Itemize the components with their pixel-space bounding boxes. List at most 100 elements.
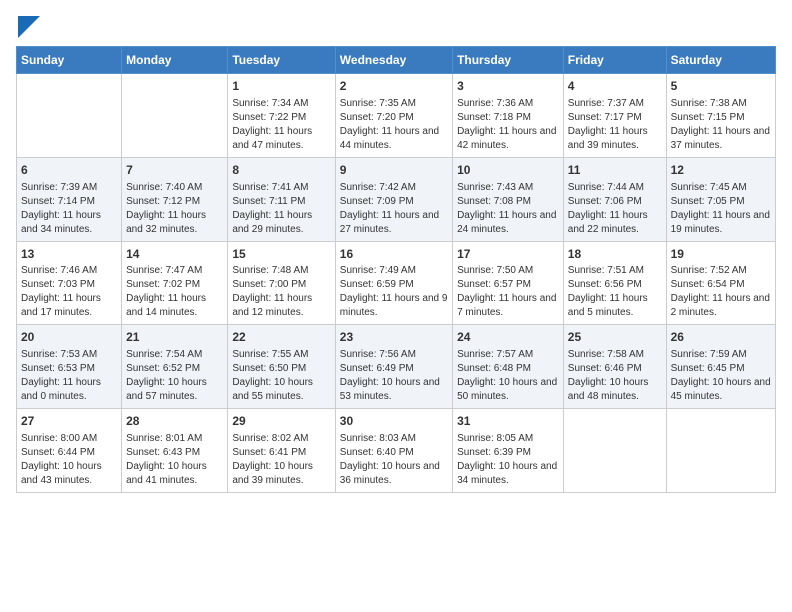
- day-info: Daylight: 10 hours and 45 minutes.: [671, 376, 771, 404]
- calendar-cell: 10 Sunrise: 7:43 AMSunset: 7:08 PMDayligh…: [453, 157, 564, 241]
- day-number: 16: [340, 246, 448, 263]
- day-number: 24: [457, 329, 559, 346]
- day-info: Sunset: 6:49 PM: [340, 362, 448, 376]
- day-info: Sunrise: 7:37 AM: [568, 97, 662, 111]
- day-info: Sunrise: 7:44 AM: [568, 181, 662, 195]
- day-number: 28: [126, 413, 223, 430]
- day-info: Daylight: 10 hours and 48 minutes.: [568, 376, 662, 404]
- day-number: 2: [340, 78, 448, 95]
- day-info: Sunrise: 7:54 AM: [126, 348, 223, 362]
- day-info: Daylight: 10 hours and 55 minutes.: [232, 376, 330, 404]
- day-info: Sunset: 6:52 PM: [126, 362, 223, 376]
- day-number: 12: [671, 162, 771, 179]
- day-info: Sunrise: 8:01 AM: [126, 432, 223, 446]
- day-info: Sunrise: 7:43 AM: [457, 181, 559, 195]
- day-info: Sunset: 7:17 PM: [568, 111, 662, 125]
- day-info: Sunset: 6:44 PM: [21, 446, 117, 460]
- calendar-cell: [122, 74, 228, 158]
- day-info: Daylight: 11 hours and 34 minutes.: [21, 209, 117, 237]
- day-info: Daylight: 11 hours and 9 minutes.: [340, 292, 448, 320]
- day-info: Daylight: 10 hours and 43 minutes.: [21, 460, 117, 488]
- calendar-cell: [666, 409, 775, 493]
- day-info: Daylight: 11 hours and 0 minutes.: [21, 376, 117, 404]
- day-info: Daylight: 10 hours and 41 minutes.: [126, 460, 223, 488]
- day-number: 4: [568, 78, 662, 95]
- calendar-cell: 23Sunrise: 7:56 AMSunset: 6:49 PMDayligh…: [335, 325, 452, 409]
- day-number: 6: [21, 162, 117, 179]
- day-info: Daylight: 11 hours and 2 minutes.: [671, 292, 771, 320]
- day-header-monday: Monday: [122, 47, 228, 74]
- day-info: Sunset: 7:12 PM: [126, 195, 223, 209]
- day-info: Sunset: 7:08 PM: [457, 195, 559, 209]
- calendar-cell: 22Sunrise: 7:55 AMSunset: 6:50 PMDayligh…: [228, 325, 335, 409]
- day-info: Sunrise: 7:53 AM: [21, 348, 117, 362]
- day-info: Sunrise: 7:51 AM: [568, 264, 662, 278]
- week-row-3: 13Sunrise: 7:46 AMSunset: 7:03 PMDayligh…: [17, 241, 776, 325]
- day-info: Sunset: 7:11 PM: [232, 195, 330, 209]
- calendar-table: SundayMondayTuesdayWednesdayThursdayFrid…: [16, 46, 776, 493]
- day-number: 19: [671, 246, 771, 263]
- calendar-cell: 4Sunrise: 7:37 AMSunset: 7:17 PMDaylight…: [563, 74, 666, 158]
- calendar-cell: 1Sunrise: 7:34 AMSunset: 7:22 PMDaylight…: [228, 74, 335, 158]
- day-info: Sunset: 6:39 PM: [457, 446, 559, 460]
- day-info: Sunset: 7:20 PM: [340, 111, 448, 125]
- day-number: 7: [126, 162, 223, 179]
- day-info: Sunrise: 7:52 AM: [671, 264, 771, 278]
- day-number: 30: [340, 413, 448, 430]
- day-info: Sunrise: 7:49 AM: [340, 264, 448, 278]
- day-info: Sunrise: 7:48 AM: [232, 264, 330, 278]
- day-info: Sunset: 7:22 PM: [232, 111, 330, 125]
- day-info: Sunset: 6:43 PM: [126, 446, 223, 460]
- day-info: Sunrise: 7:57 AM: [457, 348, 559, 362]
- day-number: 15: [232, 246, 330, 263]
- calendar-cell: 28 Sunrise: 8:01 AMSunset: 6:43 PMDayligh…: [122, 409, 228, 493]
- day-number: 8: [232, 162, 330, 179]
- page-header: [16, 16, 776, 38]
- day-number: 20: [21, 329, 117, 346]
- day-info: Sunset: 6:41 PM: [232, 446, 330, 460]
- day-info: Daylight: 11 hours and 29 minutes.: [232, 209, 330, 237]
- day-info: Daylight: 11 hours and 27 minutes.: [340, 209, 448, 237]
- day-info: Sunset: 7:02 PM: [126, 278, 223, 292]
- header-row: SundayMondayTuesdayWednesdayThursdayFrid…: [17, 47, 776, 74]
- calendar-cell: 21Sunrise: 7:54 AMSunset: 6:52 PMDayligh…: [122, 325, 228, 409]
- calendar-cell: 17Sunrise: 7:50 AMSunset: 6:57 PMDayligh…: [453, 241, 564, 325]
- day-info: Daylight: 11 hours and 37 minutes.: [671, 125, 771, 153]
- day-number: 18: [568, 246, 662, 263]
- day-number: 27: [21, 413, 117, 430]
- day-info: Sunrise: 8:02 AM: [232, 432, 330, 446]
- day-header-friday: Friday: [563, 47, 666, 74]
- day-info: Daylight: 10 hours and 57 minutes.: [126, 376, 223, 404]
- day-info: Sunrise: 7:35 AM: [340, 97, 448, 111]
- day-info: Daylight: 10 hours and 34 minutes.: [457, 460, 559, 488]
- day-info: Daylight: 10 hours and 50 minutes.: [457, 376, 559, 404]
- calendar-cell: 5Sunrise: 7:38 AMSunset: 7:15 PMDaylight…: [666, 74, 775, 158]
- day-info: Sunset: 7:06 PM: [568, 195, 662, 209]
- day-info: Sunset: 6:45 PM: [671, 362, 771, 376]
- day-number: 1: [232, 78, 330, 95]
- day-info: Daylight: 11 hours and 24 minutes.: [457, 209, 559, 237]
- day-info: Sunset: 6:50 PM: [232, 362, 330, 376]
- day-info: Sunset: 6:46 PM: [568, 362, 662, 376]
- day-info: Sunset: 7:00 PM: [232, 278, 330, 292]
- day-header-saturday: Saturday: [666, 47, 775, 74]
- calendar-cell: 8Sunrise: 7:41 AMSunset: 7:11 PMDaylight…: [228, 157, 335, 241]
- day-number: 3: [457, 78, 559, 95]
- calendar-cell: 30Sunrise: 8:03 AMSunset: 6:40 PMDayligh…: [335, 409, 452, 493]
- day-info: Sunrise: 7:38 AM: [671, 97, 771, 111]
- day-info: Sunset: 7:15 PM: [671, 111, 771, 125]
- day-number: 10: [457, 162, 559, 179]
- day-info: Sunrise: 7:58 AM: [568, 348, 662, 362]
- week-row-1: 1Sunrise: 7:34 AMSunset: 7:22 PMDaylight…: [17, 74, 776, 158]
- day-info: Daylight: 11 hours and 17 minutes.: [21, 292, 117, 320]
- calendar-cell: 15Sunrise: 7:48 AMSunset: 7:00 PMDayligh…: [228, 241, 335, 325]
- day-info: Sunrise: 7:56 AM: [340, 348, 448, 362]
- day-info: Sunrise: 7:39 AM: [21, 181, 117, 195]
- day-header-thursday: Thursday: [453, 47, 564, 74]
- calendar-cell: 6Sunrise: 7:39 AMSunset: 7:14 PMDaylight…: [17, 157, 122, 241]
- calendar-cell: 27Sunrise: 8:00 AMSunset: 6:44 PMDayligh…: [17, 409, 122, 493]
- calendar-cell: 13Sunrise: 7:46 AMSunset: 7:03 PMDayligh…: [17, 241, 122, 325]
- day-info: Sunrise: 7:50 AM: [457, 264, 559, 278]
- day-info: Sunset: 7:09 PM: [340, 195, 448, 209]
- day-info: Daylight: 11 hours and 12 minutes.: [232, 292, 330, 320]
